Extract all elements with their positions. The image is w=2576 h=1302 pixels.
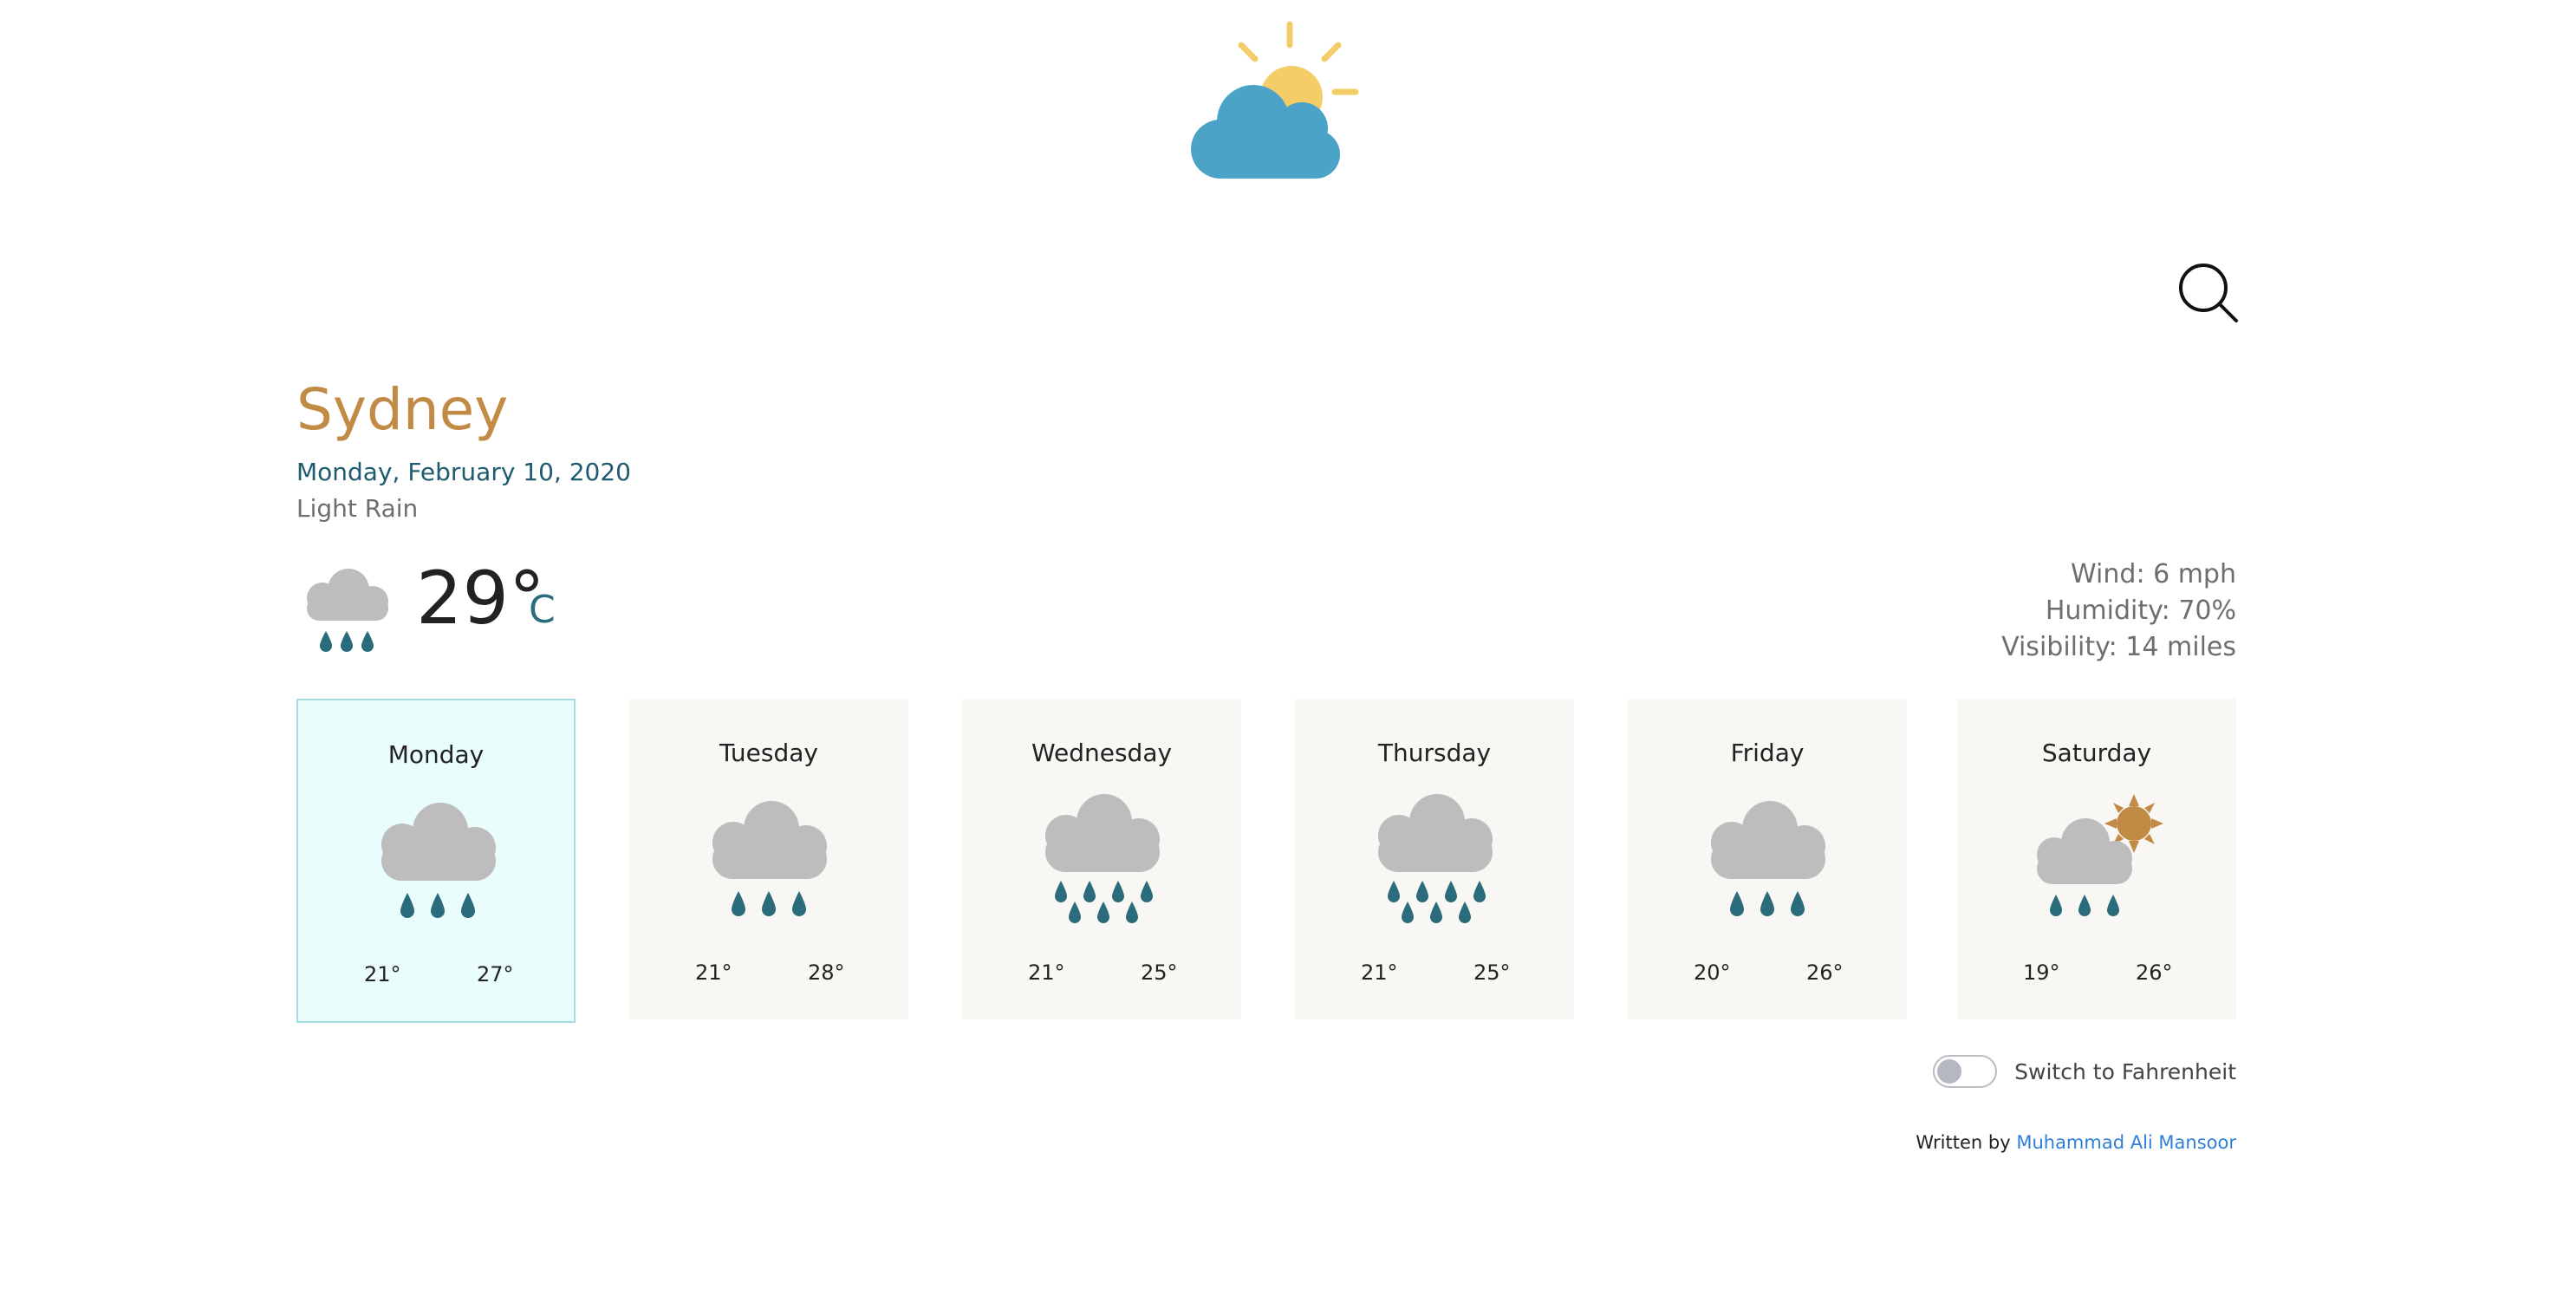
forecast-high: 25° [1141, 960, 1178, 985]
toggle-knob [1937, 1059, 1962, 1084]
rain-cloud-icon [307, 569, 388, 652]
weather-condition: Light Rain [296, 494, 419, 523]
weather-details: Wind: 6 mph Humidity: 70% Visibility: 14… [2001, 557, 2236, 666]
unit-toggle-row: Switch to Fahrenheit [1933, 1052, 2236, 1090]
toggle-label: Switch to Fahrenheit [2014, 1058, 2236, 1084]
forecast-high: 26° [1806, 960, 1844, 985]
forecast-high: 28° [808, 960, 845, 985]
forecast-high: 26° [2136, 960, 2173, 985]
search-icon[interactable] [2176, 260, 2241, 326]
forecast-day-name: Friday [1730, 739, 1805, 767]
forecast-low: 19° [2023, 960, 2060, 985]
forecast-day-name: Thursday [1377, 739, 1492, 767]
forecast-low: 21° [1028, 960, 1065, 985]
forecast-card-friday[interactable]: Friday 20° 26° [1628, 699, 1907, 1019]
forecast-high: 27° [477, 962, 514, 986]
credit-prefix: Written by [1916, 1132, 2011, 1153]
wind-speed: Wind: 6 mph [2071, 559, 2236, 589]
city-name: Sydney [296, 376, 509, 443]
sun-rain-icon [2037, 794, 2163, 916]
light-rain-icon [712, 801, 827, 916]
forecast-list: Monday 21° 27° Tuesday 21° 28° Wednesday… [296, 699, 2236, 1023]
forecast-day-name: Wednesday [1031, 739, 1173, 767]
fahrenheit-toggle[interactable] [1933, 1055, 1998, 1088]
author-link[interactable]: Muhammad Ali Mansoor [2016, 1132, 2236, 1153]
author-credit: Written by Muhammad Ali Mansoor [1916, 1132, 2236, 1153]
light-rain-icon [381, 803, 496, 918]
forecast-low: 21° [1361, 960, 1398, 985]
heavy-rain-icon [1045, 794, 1160, 923]
humidity: Humidity: 70% [2045, 596, 2236, 626]
visibility: Visibility: 14 miles [2001, 632, 2236, 662]
forecast-day-name: Monday [387, 740, 485, 769]
forecast-card-wednesday[interactable]: Wednesday 21° 25° [962, 699, 1241, 1019]
heavy-rain-icon [1378, 794, 1493, 923]
current-date: Monday, February 10, 2020 [296, 458, 631, 486]
forecast-low: 21° [695, 960, 732, 985]
forecast-card-tuesday[interactable]: Tuesday 21° 28° [629, 699, 908, 1019]
forecast-high: 25° [1473, 960, 1511, 985]
forecast-card-thursday[interactable]: Thursday 21° 25° [1295, 699, 1574, 1019]
forecast-low: 20° [1694, 960, 1731, 985]
current-temperature: 29° [416, 556, 545, 641]
forecast-card-monday[interactable]: Monday 21° 27° [296, 699, 576, 1023]
forecast-day-name: Saturday [2041, 739, 2152, 767]
forecast-low: 21° [364, 962, 401, 986]
logo-cloud-sun-icon [1191, 21, 1359, 179]
forecast-day-name: Tuesday [719, 739, 818, 767]
light-rain-icon [1711, 801, 1825, 916]
temperature-unit: C [529, 588, 556, 632]
forecast-card-saturday[interactable]: Saturday 19° 26° [1957, 699, 2236, 1019]
